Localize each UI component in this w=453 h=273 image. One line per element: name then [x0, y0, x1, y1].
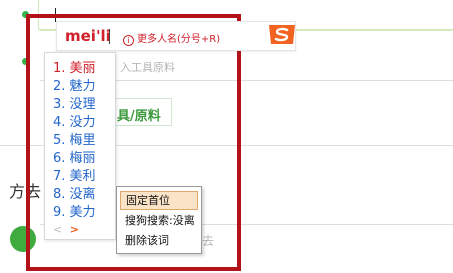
sogou-search-menu-item[interactable]: 搜狗搜索:没离 — [120, 211, 198, 230]
candidate-list: 1. 美丽 2. 魅力 3. 没理 4. 没力 5. 梅里 6. 梅丽 7. 美… — [44, 52, 116, 240]
more-names-hint-label: 更多人名(分号+R) — [137, 34, 221, 45]
prev-page-icon[interactable]: < — [53, 223, 62, 236]
pin-first-menu-item[interactable]: 固定首位 — [120, 191, 198, 210]
sogou-logo — [269, 25, 295, 44]
ime-composition-text: mei'li — [65, 27, 111, 45]
candidate-item[interactable]: 3. 没理 — [53, 93, 96, 112]
candidate-item[interactable]: 6. 梅丽 — [53, 147, 96, 166]
info-icon: i — [123, 35, 134, 46]
candidate-item[interactable]: 4. 没力 — [53, 111, 96, 130]
candidate-item[interactable]: 7. 美利 — [53, 165, 96, 184]
ime-composition-bar: mei'li i 更多人名(分号+R) — [56, 21, 296, 51]
next-page-icon[interactable]: > — [70, 223, 79, 236]
delete-word-menu-item[interactable]: 删除该词 — [120, 231, 198, 250]
candidate-item[interactable]: 2. 魅力 — [53, 75, 96, 94]
candidate-item[interactable]: 9. 美力 — [53, 201, 96, 220]
candidate-context-menu: 固定首位 搜狗搜索:没离 删除该词 — [116, 186, 202, 254]
candidate-item[interactable]: 8. 没离 — [53, 183, 96, 202]
more-names-hint[interactable]: i 更多人名(分号+R) — [123, 30, 220, 46]
candidate-item[interactable]: 1. 美丽 — [53, 57, 96, 76]
candidate-pager: < > — [53, 223, 79, 236]
candidate-item[interactable]: 5. 梅里 — [53, 129, 96, 148]
ime-caret — [109, 29, 110, 44]
